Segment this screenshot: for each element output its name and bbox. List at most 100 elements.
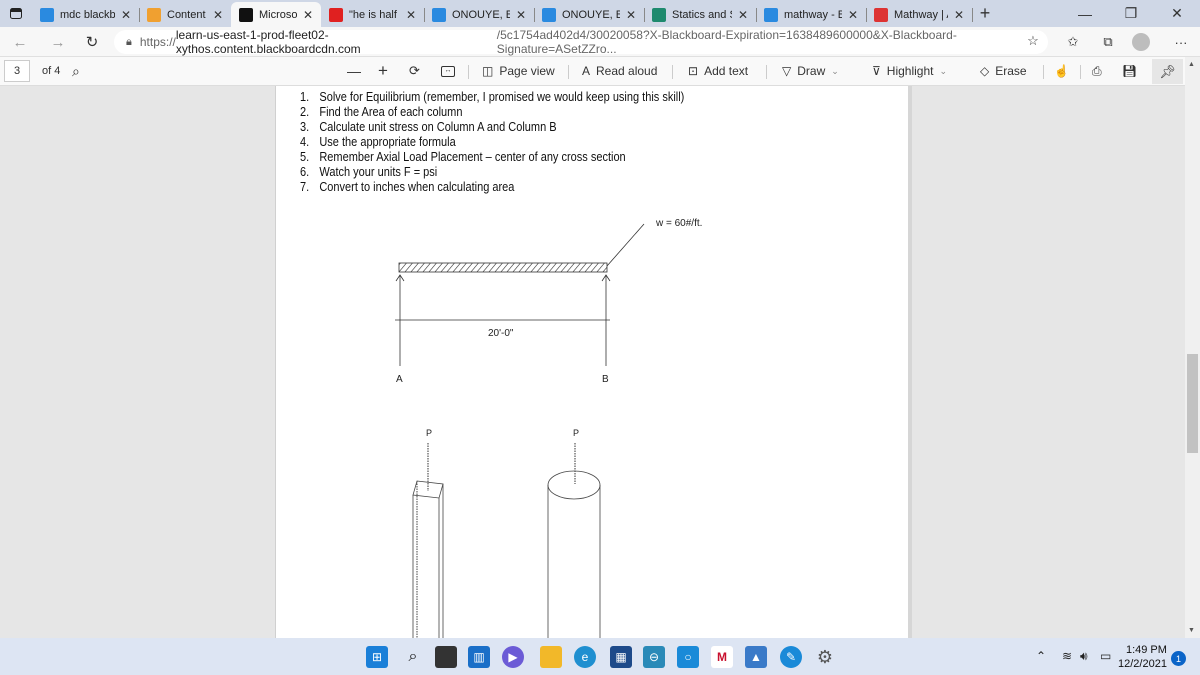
page-number-input[interactable]: 3 [4, 60, 30, 82]
clock[interactable]: 1:49 PM 12/2/2021 [1118, 643, 1167, 671]
highlight-label: Highlight [886, 64, 934, 78]
search-icon[interactable]: ⌕ [72, 61, 80, 81]
browser-tab[interactable]: ONOUYE, Barr ✕ [534, 2, 645, 27]
highlight-button[interactable]: ⊽ Highlight ⌄ [872, 61, 947, 81]
pin-icon: 📌︎ [1159, 63, 1176, 79]
clock-time: 1:49 PM [1125, 644, 1167, 656]
tab-title: ONOUYE, Barr [452, 8, 510, 21]
close-tab-icon[interactable]: ✕ [303, 8, 313, 22]
pin-toolbar-button[interactable]: 📌︎ [1152, 59, 1183, 84]
highlight-icon: ⊽ [872, 64, 881, 78]
bing-icon [764, 7, 778, 22]
profile-avatar[interactable] [1130, 32, 1152, 52]
edge-icon[interactable]: e [574, 646, 596, 668]
add-favorite-icon[interactable]: ☆ [1022, 31, 1044, 51]
url-path: /5c1754ad402d4/30020058?X-Blackboard-Exp… [496, 28, 957, 56]
s-circle-icon [652, 7, 666, 22]
close-tab-icon[interactable]: ✕ [406, 8, 416, 22]
close-tab-icon[interactable]: ✕ [738, 8, 748, 22]
erase-button[interactable]: ◇ Erase [980, 61, 1027, 81]
zoom-out-button[interactable]: — [347, 61, 361, 81]
close-tab-icon[interactable]: ✕ [954, 8, 964, 22]
lock-icon: 🔒︎ [126, 35, 132, 48]
new-tab-button[interactable]: + [972, 3, 998, 24]
browser-tab[interactable]: ONOUYE, Barr ✕ [424, 2, 535, 27]
battery-icon[interactable]: ▭ [1100, 649, 1111, 663]
show-hidden-icons[interactable]: ⌃ [1036, 649, 1046, 663]
browser-tab[interactable]: Microsoft Wor ✕ [231, 2, 321, 27]
close-tab-icon[interactable]: ✕ [626, 8, 636, 22]
browser-tab[interactable]: Content ✕ [139, 2, 232, 27]
task-view-icon[interactable] [435, 646, 457, 668]
minimize-button[interactable]: — [1062, 0, 1108, 27]
browser-tab[interactable]: mdc blackboa ✕ [32, 2, 140, 27]
add-text-button[interactable]: ⊡ Add text [688, 61, 748, 81]
mathway-icon [874, 7, 888, 22]
browser-tab-bar: mdc blackboa✕Content✕Microsoft Wor✕"he i… [0, 0, 1200, 27]
close-window-button[interactable]: ✕ [1154, 0, 1200, 27]
store-icon[interactable]: ▦ [610, 646, 632, 668]
print-icon[interactable]: ⎙ [1092, 61, 1102, 81]
tab-title: "he is half of n [349, 8, 400, 21]
file-explorer-icon[interactable] [540, 646, 562, 668]
volume-icon[interactable]: 🔊︎ [1080, 649, 1088, 664]
fit-width-icon[interactable]: ↔ [441, 61, 455, 81]
search-icon[interactable]: ⌕ [402, 646, 424, 668]
more-menu-icon[interactable]: ··· [1170, 32, 1192, 52]
scroll-down-arrow[interactable]: ▼ [1188, 627, 1195, 634]
tab-actions-button[interactable] [0, 0, 32, 27]
browser-tab[interactable]: "he is half of n ✕ [321, 2, 425, 27]
settings-icon[interactable]: ⚙ [814, 646, 836, 668]
zoom-in-button[interactable]: + [378, 61, 388, 81]
cortana-icon[interactable]: ○ [677, 646, 699, 668]
chevron-down-icon[interactable]: ⌄ [831, 66, 839, 77]
vertical-scrollbar[interactable]: ▲ ▼ [1185, 57, 1200, 638]
read-aloud-button[interactable]: A Read aloud [582, 61, 657, 81]
tab-title: Content [167, 8, 206, 21]
tools-icon[interactable]: ✎ [780, 646, 802, 668]
back-button[interactable]: ← [8, 31, 32, 53]
clock-date: 12/2/2021 [1118, 658, 1167, 670]
draw-button[interactable]: ▽ Draw ⌄ [782, 61, 839, 81]
column-b-load-label: P [573, 428, 579, 438]
close-tab-icon[interactable]: ✕ [848, 8, 858, 22]
page-count: of 4 [42, 65, 61, 77]
url-field[interactable]: 🔒︎ https://learn-us-east-1-prod-fleet02-… [114, 28, 1048, 56]
refresh-button[interactable]: ↻ [80, 31, 104, 53]
photos-icon[interactable]: ▲ [745, 646, 767, 668]
read-aloud-icon: A [582, 64, 591, 78]
close-tab-icon[interactable]: ✕ [516, 8, 526, 22]
close-tab-icon[interactable]: ✕ [213, 8, 223, 22]
scroll-up-arrow[interactable]: ▲ [1188, 61, 1195, 68]
browser-tab[interactable]: Statics and Str ✕ [644, 2, 757, 27]
youtube-icon [329, 7, 343, 22]
chevron-down-icon[interactable]: ⌄ [940, 66, 948, 77]
url-host: learn-us-east-1-prod-fleet02-xythos.cont… [175, 28, 361, 56]
tab-title: ONOUYE, Barr [562, 8, 620, 21]
save-icon[interactable]: 💾︎ [1122, 61, 1137, 81]
app-icon[interactable]: ⊖ [643, 646, 665, 668]
scrollbar-thumb[interactable] [1187, 354, 1198, 453]
browser-tab[interactable]: mathway - Bin ✕ [756, 2, 867, 27]
chat-icon[interactable]: ▶ [502, 646, 524, 668]
close-tab-icon[interactable]: ✕ [121, 8, 131, 22]
touch-icon[interactable]: ☝ [1054, 61, 1069, 81]
beam [398, 262, 608, 273]
read-aloud-label: Read aloud [596, 64, 658, 78]
mcafee-icon[interactable]: M [711, 646, 733, 668]
browser-tab[interactable]: Mathway | Alg ✕ [866, 2, 973, 27]
tab-title: Statics and Str [672, 8, 732, 21]
page-view-button[interactable]: ◫ Page view [482, 61, 555, 81]
notification-badge[interactable]: 1 [1171, 651, 1186, 666]
favorites-icon[interactable]: ✩ [1062, 32, 1084, 52]
tab-title: Mathway | Alg [894, 8, 948, 21]
divider [568, 65, 569, 79]
restore-button[interactable]: ❐ [1108, 0, 1154, 27]
start-icon[interactable]: ⊞ [366, 646, 388, 668]
column-b-top [547, 470, 601, 500]
rotate-icon[interactable]: ⟳ [409, 61, 420, 81]
wifi-icon[interactable]: ≋ [1062, 649, 1072, 663]
collections-icon[interactable]: ⧉ [1097, 32, 1119, 52]
forward-button[interactable]: → [46, 31, 70, 53]
widgets-icon[interactable]: ▥ [468, 646, 490, 668]
